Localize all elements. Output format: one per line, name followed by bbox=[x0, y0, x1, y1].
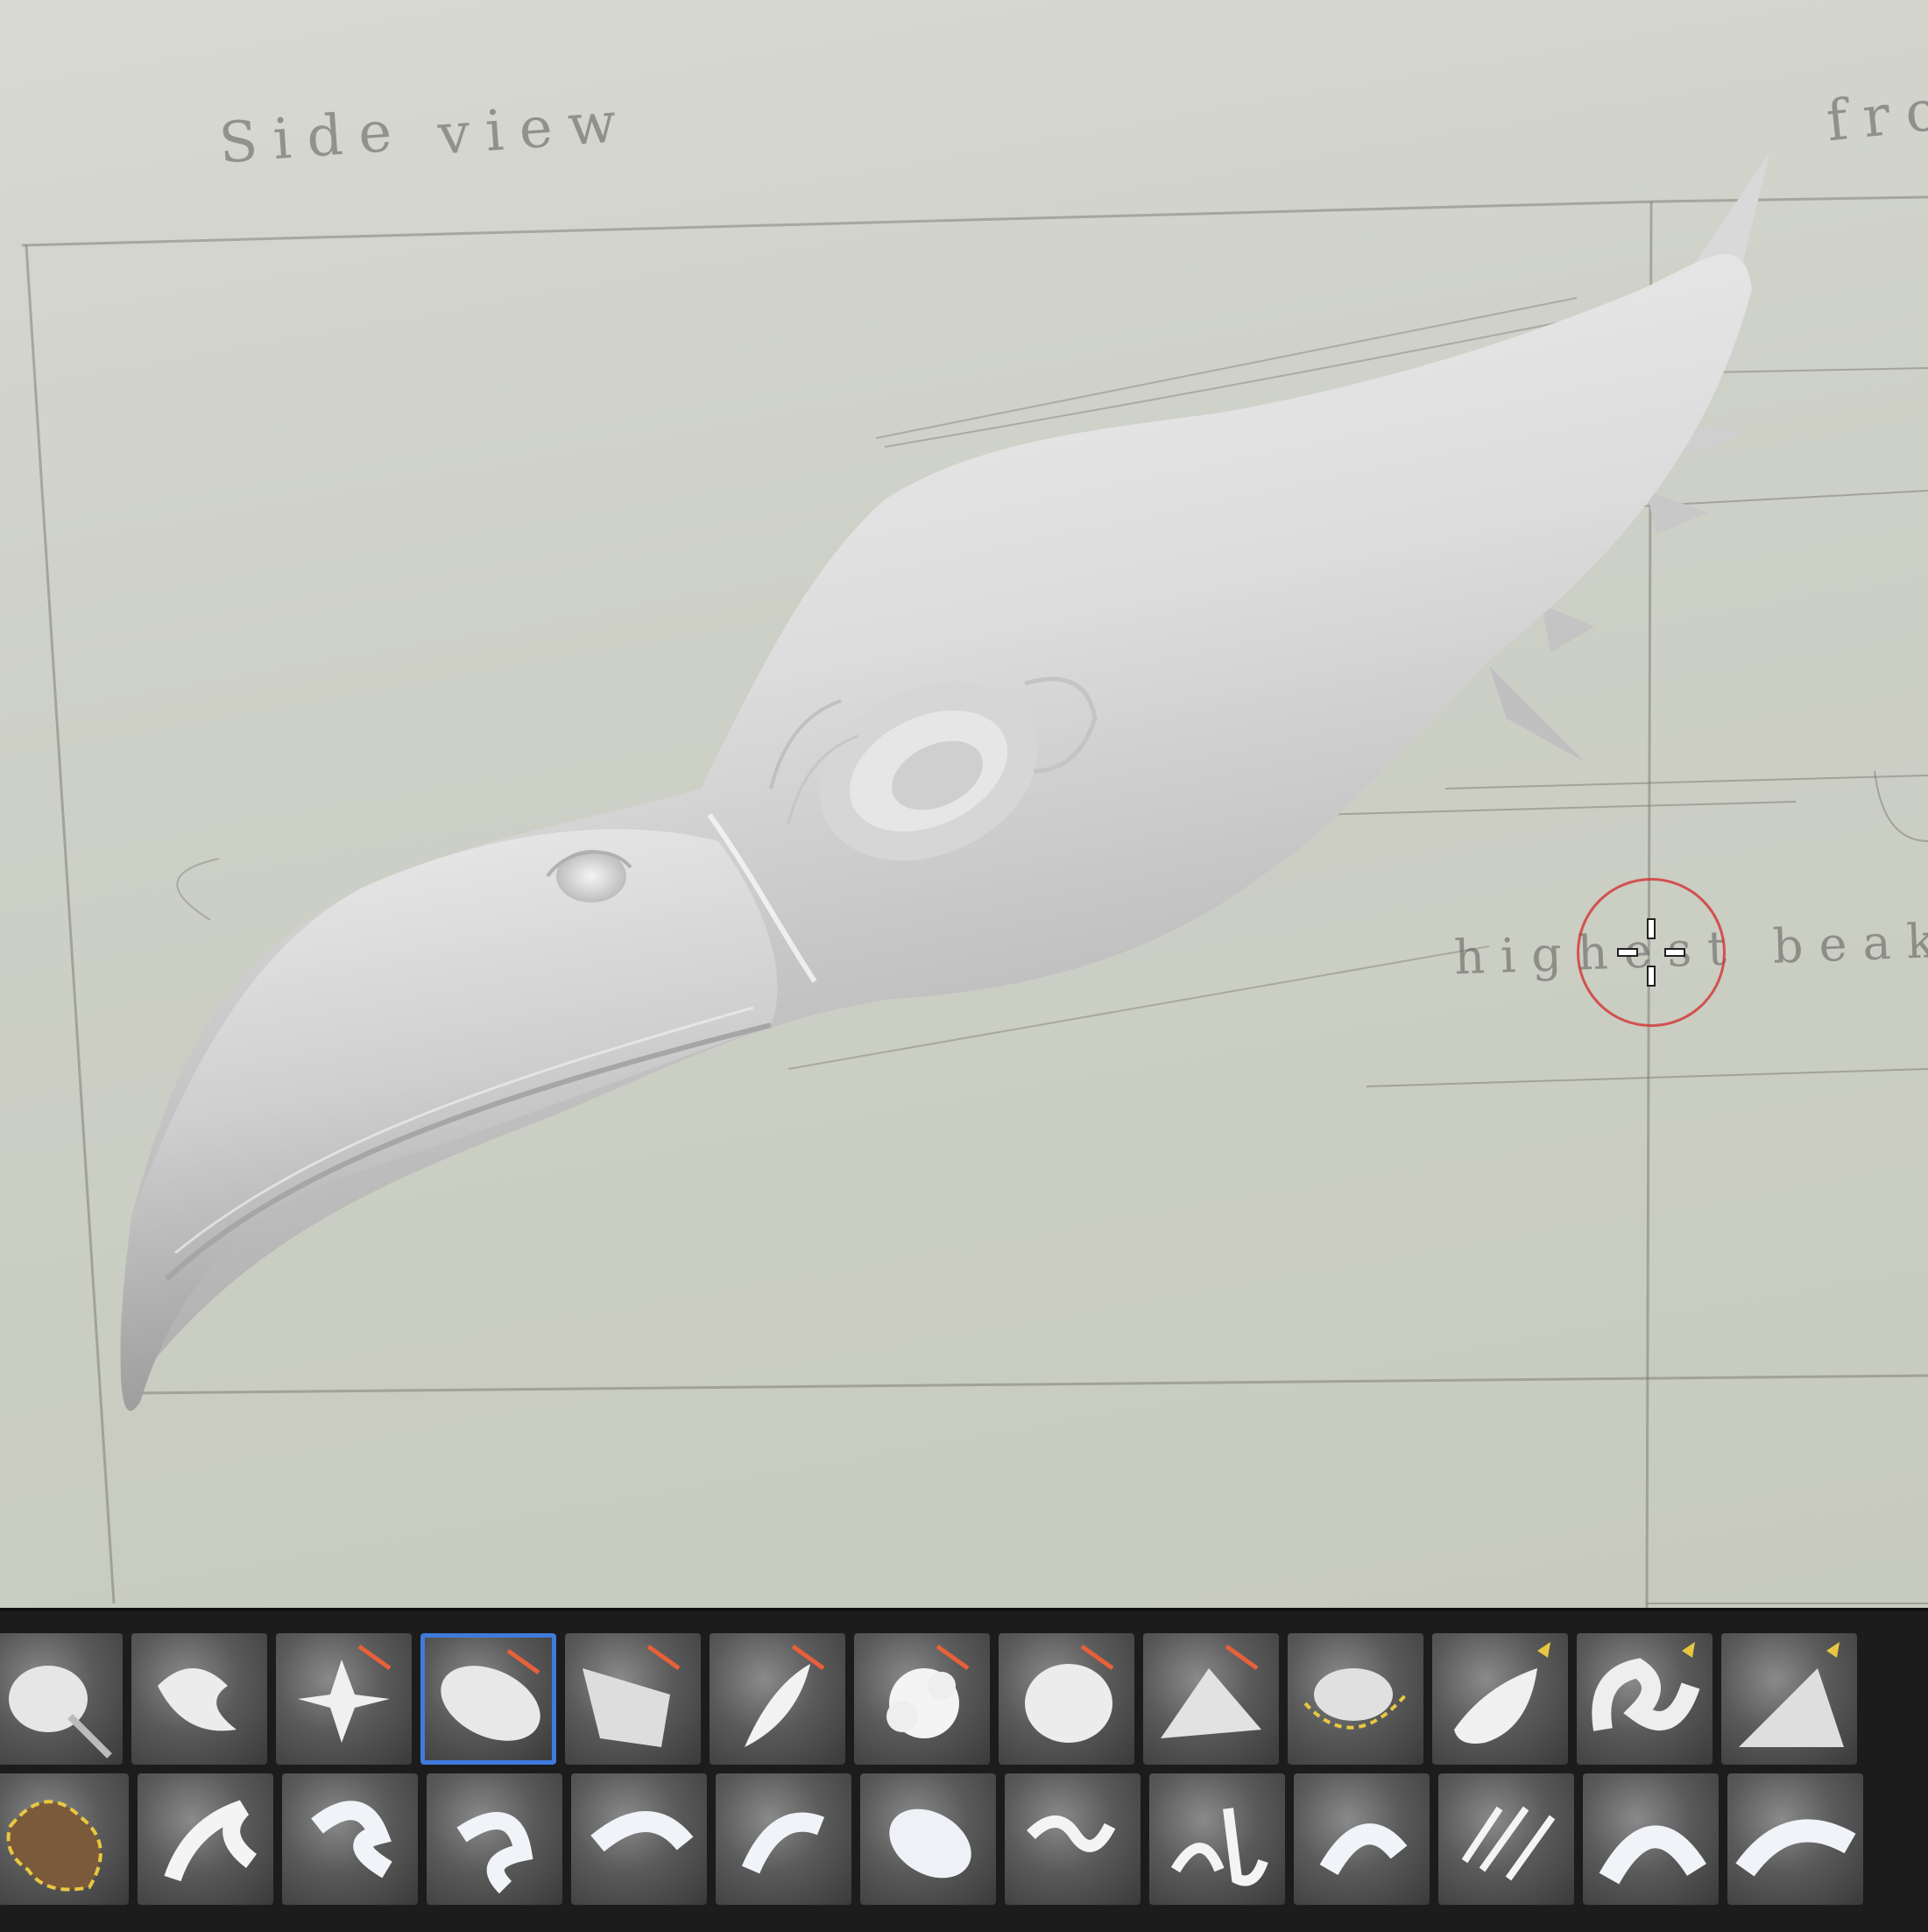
brush-slot[interactable] bbox=[1005, 1773, 1141, 1905]
brush-slot[interactable] bbox=[1438, 1773, 1574, 1905]
flatten-brush-icon bbox=[441, 1648, 540, 1741]
brush-slot[interactable] bbox=[1577, 1633, 1713, 1765]
noise-brush-icon bbox=[886, 1644, 970, 1738]
brush-slot[interactable] bbox=[710, 1633, 845, 1765]
alpha-brush-11-icon bbox=[1599, 1825, 1707, 1885]
brush-slot[interactable] bbox=[1288, 1633, 1423, 1765]
inflate-brush-icon bbox=[1303, 1668, 1408, 1730]
alpha-brush-3-icon bbox=[456, 1812, 533, 1894]
clay-tubes-brush-icon bbox=[745, 1644, 825, 1747]
brush-slot[interactable] bbox=[1143, 1633, 1279, 1765]
brush-slot[interactable] bbox=[1583, 1773, 1719, 1905]
brush-palette bbox=[0, 1608, 1928, 1932]
brush-slot[interactable] bbox=[420, 1633, 556, 1765]
brush-slot[interactable] bbox=[138, 1773, 273, 1905]
brush-slot[interactable] bbox=[860, 1773, 996, 1905]
standard-brush-icon bbox=[9, 1666, 112, 1759]
brush-slot[interactable] bbox=[999, 1633, 1134, 1765]
brush-slot[interactable] bbox=[854, 1633, 990, 1765]
crosshair-icon bbox=[1617, 918, 1685, 987]
alpha-brush-2-icon bbox=[311, 1801, 392, 1879]
alpha-brush-5-icon bbox=[741, 1812, 825, 1874]
clay-buildup-brush-icon bbox=[1025, 1644, 1114, 1743]
mask-lasso-brush-icon bbox=[6, 1800, 102, 1892]
alpha-brush-7-icon bbox=[1027, 1815, 1116, 1852]
brush-slot[interactable] bbox=[276, 1633, 412, 1765]
brush-row-1 bbox=[0, 1633, 1857, 1765]
brush-slot[interactable] bbox=[1727, 1773, 1863, 1905]
sketch-label-view: view bbox=[435, 89, 634, 168]
brush-slot[interactable] bbox=[571, 1773, 707, 1905]
trim-brush-icon bbox=[583, 1644, 681, 1747]
alpha-brush-9-icon bbox=[1319, 1823, 1408, 1876]
alpha-brush-6-icon bbox=[889, 1808, 971, 1879]
sketch-label-side: Side bbox=[216, 98, 410, 177]
alpha-brush-4-icon bbox=[590, 1811, 694, 1852]
sketch-reference-layer bbox=[21, 153, 1928, 1608]
move-topological-brush-icon bbox=[1739, 1642, 1844, 1747]
polish-brush-icon bbox=[1161, 1644, 1261, 1738]
brush-slot[interactable] bbox=[1432, 1633, 1568, 1765]
alpha-brush-8-icon bbox=[1170, 1808, 1268, 1886]
alpha-brush-1-icon bbox=[164, 1800, 258, 1882]
brush-slot[interactable] bbox=[282, 1773, 418, 1905]
alpha-brush-10-icon bbox=[1461, 1806, 1556, 1881]
brush-slot[interactable] bbox=[427, 1773, 562, 1905]
move-brush-icon bbox=[158, 1668, 237, 1731]
snake-hook-brush-icon bbox=[1592, 1642, 1700, 1731]
brush-slot[interactable] bbox=[1721, 1633, 1857, 1765]
3d-viewport[interactable]: Side view fro highest beak p bbox=[0, 0, 1928, 1608]
brush-slot[interactable] bbox=[0, 1773, 129, 1905]
curve-brush-icon bbox=[1454, 1642, 1550, 1744]
brush-slot[interactable] bbox=[0, 1633, 123, 1765]
brush-slot[interactable] bbox=[1149, 1773, 1285, 1905]
brush-slot[interactable] bbox=[716, 1773, 851, 1905]
brush-cursor bbox=[1577, 878, 1726, 1027]
pinch-star-brush-icon bbox=[298, 1644, 392, 1743]
brush-slot[interactable] bbox=[131, 1633, 267, 1765]
sketch-label-front: fro bbox=[1823, 76, 1928, 155]
brush-slot[interactable] bbox=[1294, 1773, 1430, 1905]
sculpted-creature-model bbox=[120, 153, 1769, 1412]
brush-row-2 bbox=[0, 1773, 1863, 1905]
brush-slot[interactable] bbox=[565, 1633, 701, 1765]
alpha-brush-12-icon bbox=[1735, 1819, 1856, 1877]
